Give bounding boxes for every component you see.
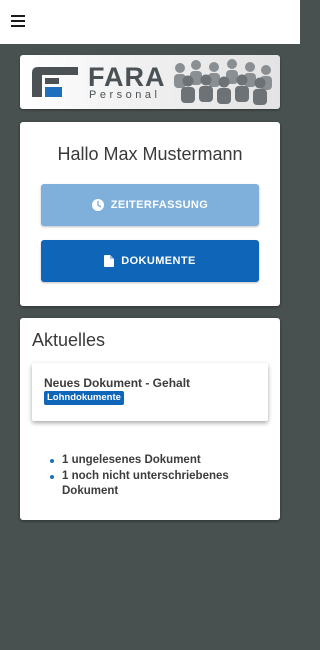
- welcome-greeting: Hallo Max Mustermann: [57, 144, 243, 164]
- category-badge: Lohndokumente: [44, 391, 124, 405]
- document-icon: [104, 255, 115, 267]
- document-summary-list: 1 ungelesenes Dokument 1 noch nicht unte…: [50, 453, 270, 500]
- clock-icon: [91, 199, 104, 211]
- top-app-bar: [0, 0, 300, 44]
- fara-logo-mark-icon: [32, 67, 78, 97]
- time-tracking-button[interactable]: ZEITERFASSUNG: [41, 184, 259, 226]
- summary-unsigned-text: 1 noch nicht unterschriebenes Dokument: [62, 470, 229, 497]
- welcome-card: Hallo Max Mustermann ZEITERFASSUNG DOKUM…: [20, 122, 280, 306]
- documents-button-label: DOKUMENTE: [121, 255, 196, 267]
- news-item[interactable]: Neues Dokument - Gehalt Lohndokumente: [32, 363, 268, 421]
- time-tracking-button-label: ZEITERFASSUNG: [110, 199, 209, 211]
- summary-unread-text: 1 ungelesenes Dokument: [62, 454, 201, 466]
- list-item: 1 ungelesenes Dokument: [50, 453, 270, 468]
- bullet-icon: [50, 459, 54, 463]
- company-logo-banner: FARA Personal: [20, 55, 280, 109]
- logo-subtitle-text: Personal: [89, 89, 161, 101]
- news-heading: Aktuelles: [32, 330, 106, 350]
- documents-button[interactable]: DOKUMENTE: [41, 240, 259, 282]
- hamburger-menu-icon[interactable]: [11, 15, 25, 27]
- list-item: 1 noch nicht unterschriebenes Dokument: [50, 469, 270, 499]
- people-group-icon: [174, 59, 272, 105]
- news-item-title: Neues Dokument - Gehalt: [44, 376, 191, 390]
- logo-brand-text: FARA: [88, 62, 166, 92]
- news-card: Aktuelles Neues Dokument - Gehalt Lohndo…: [20, 318, 280, 520]
- bullet-icon: [50, 475, 54, 479]
